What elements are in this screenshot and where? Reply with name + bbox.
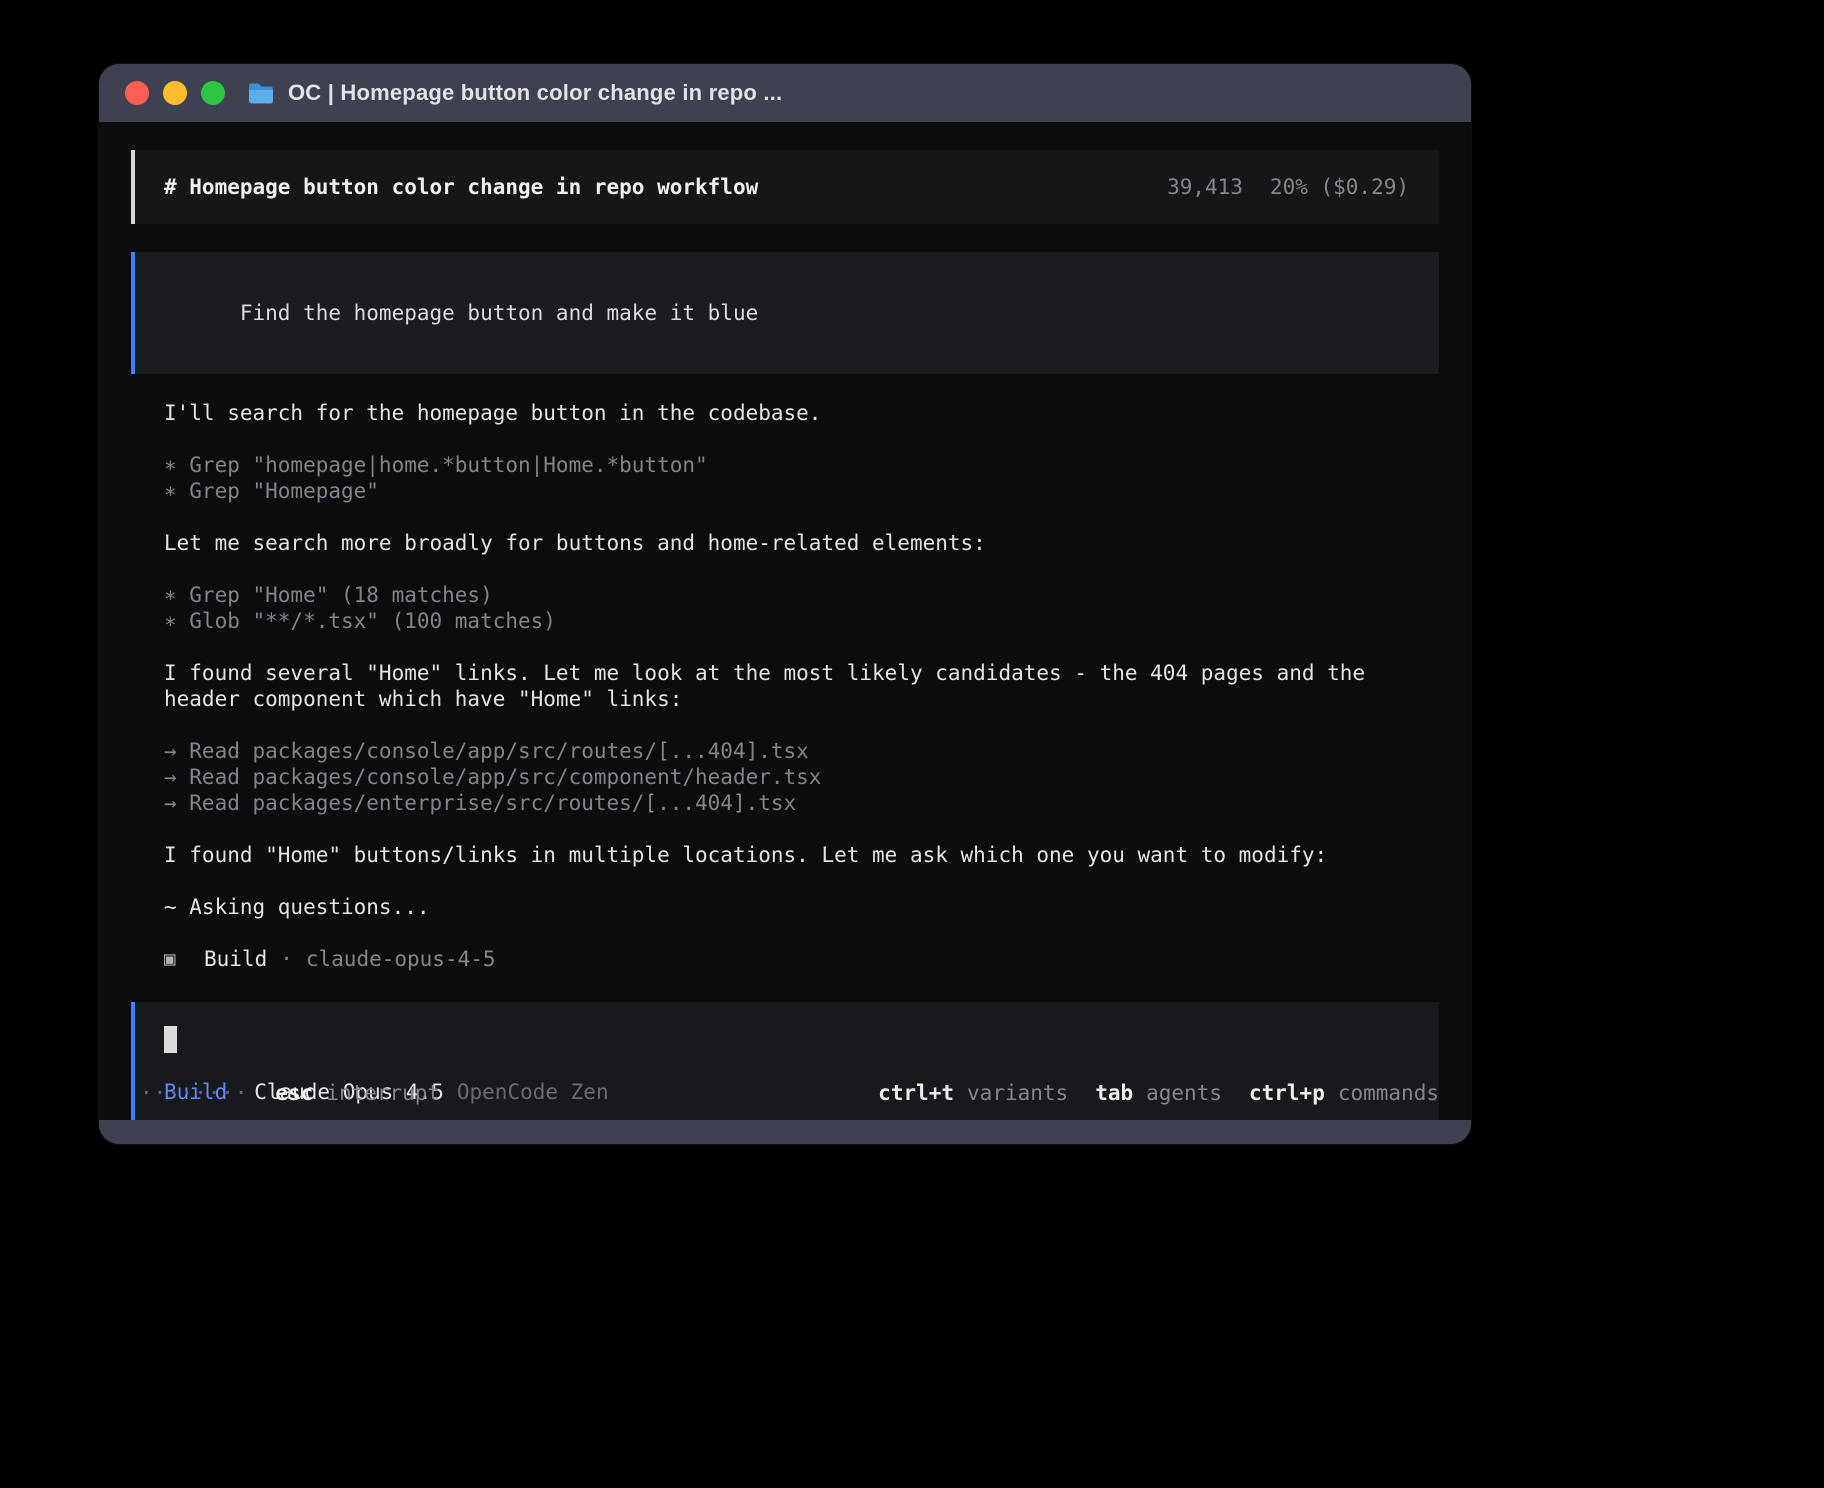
zoom-button[interactable] (201, 81, 225, 105)
token-count: 39,413 (1167, 174, 1243, 200)
session-title: # Homepage button color change in repo w… (164, 174, 758, 200)
assistant-text: I'll search for the homepage button in t… (164, 400, 1439, 426)
terminal-content: # Homepage button color change in repo w… (99, 122, 1471, 1120)
commands-key: ctrl+p (1249, 1080, 1325, 1106)
context-usage: 20% ($0.29) (1270, 174, 1409, 200)
agent-icon: ▣ (164, 946, 189, 972)
esc-key: esc (275, 1080, 313, 1106)
agent-model: claude-opus-4-5 (306, 946, 496, 972)
tool-call-line: → Read packages/console/app/src/componen… (164, 764, 1439, 790)
window-bottom-chrome (99, 1120, 1471, 1144)
hint-interrupt: esc interrupt (275, 1080, 440, 1106)
tool-call-line: ∗ Grep "Homepage" (164, 478, 1439, 504)
assistant-text: I found "Home" buttons/links in multiple… (164, 842, 1439, 868)
close-button[interactable] (125, 81, 149, 105)
tool-call-line: → Read packages/console/app/src/routes/[… (164, 738, 1439, 764)
tool-call-line: ∗ Grep "Home" (18 matches) (164, 582, 1439, 608)
minimize-button[interactable] (163, 81, 187, 105)
status-bar: ········ esc interrupt ctrl+t variants t… (140, 1080, 1439, 1106)
assistant-text: I found several "Home" links. Let me loo… (164, 660, 1439, 712)
folder-icon (247, 82, 275, 105)
esc-label: interrupt (326, 1080, 440, 1106)
hint-agents: tab agents (1095, 1080, 1222, 1106)
hint-variants: ctrl+t variants (878, 1080, 1068, 1106)
spinner-dots: ········ (140, 1080, 248, 1106)
user-message: Find the homepage button and make it blu… (131, 252, 1439, 374)
agent-name: Build (204, 946, 267, 972)
status-text: ~ Asking questions... (164, 894, 1439, 920)
tool-call-line: ∗ Glob "**/*.tsx" (100 matches) (164, 608, 1439, 634)
text-cursor (164, 1026, 177, 1053)
commands-label: commands (1338, 1080, 1439, 1106)
user-message-text: Find the homepage button and make it blu… (240, 301, 758, 325)
agents-key: tab (1095, 1080, 1133, 1106)
window-title-group: OC | Homepage button color change in rep… (247, 80, 782, 106)
keyboard-hints: ctrl+t variants tab agents ctrl+p comman… (878, 1080, 1439, 1106)
agents-label: agents (1146, 1080, 1222, 1106)
badge-separator: · (280, 946, 293, 972)
window-title: OC | Homepage button color change in rep… (288, 80, 782, 106)
terminal-window: OC | Homepage button color change in rep… (99, 64, 1471, 1144)
tool-call-line: → Read packages/enterprise/src/routes/[.… (164, 790, 1439, 816)
traffic-lights (125, 81, 225, 105)
agent-status-badge: ▣ Build · claude-opus-4-5 (164, 946, 1439, 972)
assistant-text: Let me search more broadly for buttons a… (164, 530, 1439, 556)
variants-key: ctrl+t (878, 1080, 954, 1106)
tool-call-line: ∗ Grep "homepage|home.*button|Home.*butt… (164, 452, 1439, 478)
hint-commands: ctrl+p commands (1249, 1080, 1439, 1106)
titlebar[interactable]: OC | Homepage button color change in rep… (99, 64, 1471, 122)
conversation: I'll search for the homepage button in t… (164, 374, 1439, 920)
session-stats: 39,413 20% ($0.29) (1167, 174, 1409, 200)
variants-label: variants (967, 1080, 1068, 1106)
session-header: # Homepage button color change in repo w… (131, 150, 1439, 224)
